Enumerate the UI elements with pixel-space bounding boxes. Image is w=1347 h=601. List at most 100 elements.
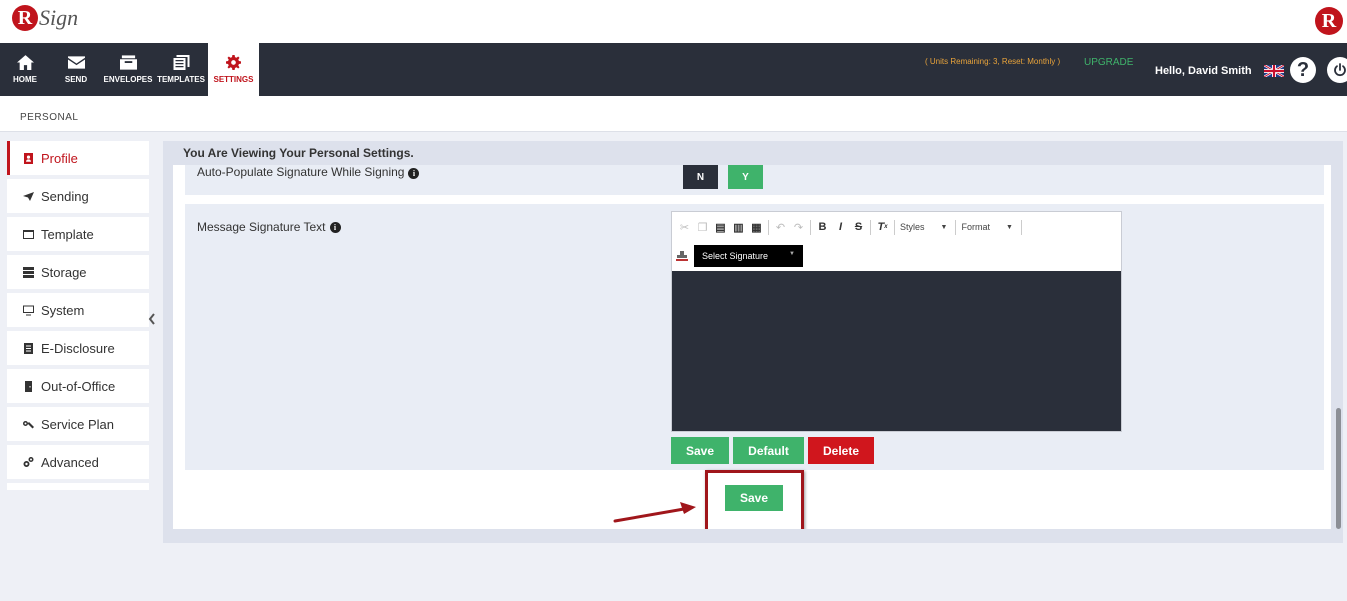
user-name: David Smith <box>1188 65 1252 77</box>
power-button[interactable] <box>1327 57 1347 83</box>
document-icon <box>24 342 33 354</box>
page-title: You Are Viewing Your Personal Settings. <box>183 146 414 160</box>
annotation-arrow <box>613 502 696 523</box>
sidebar-item-system[interactable]: System <box>7 293 149 327</box>
info-icon[interactable]: i <box>329 221 341 233</box>
nav-settings[interactable]: SETTINGS <box>208 43 259 96</box>
sidebar-item-label: E-Disclosure <box>41 340 115 356</box>
power-icon <box>1334 63 1346 77</box>
top-nav: HOME SEND ENVELOPES TEMPLATES SETTINGS (… <box>0 43 1347 96</box>
nav-home[interactable]: HOME <box>6 43 44 96</box>
save-signature-button[interactable]: Save <box>671 437 729 464</box>
greeting: Hello, David Smith <box>1155 65 1252 77</box>
sidebar-item-label: Template <box>41 226 94 242</box>
nav-envelopes[interactable]: ENVELOPES <box>103 43 153 96</box>
editor-content-area[interactable] <box>672 271 1121 431</box>
remove-format-icon[interactable]: Tx <box>876 221 889 234</box>
nav-templates[interactable]: TEMPLATES <box>155 43 207 96</box>
sidebar-item-e-disclosure[interactable]: E-Disclosure <box>7 331 149 365</box>
door-icon <box>25 380 32 392</box>
select-signature-dropdown[interactable]: Select Signature ▼ <box>694 245 803 267</box>
nav-templates-label: TEMPLATES <box>157 75 205 84</box>
rsign-logo[interactable]: R Sign <box>12 5 78 31</box>
sidebar-item-out-of-office[interactable]: Out-of-Office <box>7 369 149 403</box>
profile-icon <box>24 152 33 164</box>
bold-icon[interactable]: B <box>816 221 829 234</box>
sidebar-item-template[interactable]: Template <box>7 217 149 251</box>
sidebar-item-storage[interactable]: Storage <box>7 255 149 289</box>
auto-populate-text: Auto-Populate Signature While Signing <box>197 165 405 179</box>
sidebar-item-label: Out-of-Office <box>41 378 116 394</box>
paste-text-icon[interactable]: ▥ <box>732 221 745 234</box>
message-signature-text: Message Signature Text <box>197 220 326 234</box>
signature-stamp-icon[interactable] <box>676 251 688 261</box>
settings-sidebar: Profile Sending Template Storage System … <box>7 141 149 490</box>
select-signature-label: Select Signature <box>702 251 769 261</box>
content-scrollbar[interactable] <box>1336 408 1341 529</box>
toolbar-separator <box>870 219 871 235</box>
sidebar-item-service-plan[interactable]: Service Plan <box>7 407 149 441</box>
help-button[interactable]: ? <box>1290 57 1316 83</box>
subheader-label: PERSONAL <box>20 112 79 123</box>
rich-text-editor: ✂ ❐ ▤ ▥ ▦ ↶ ↷ B I S Tx Styles ▼ Format ▼ <box>671 211 1122 432</box>
settings-content: Auto-Populate Signature While Signing i N… <box>173 165 1331 529</box>
auto-populate-no-button[interactable]: N <box>683 165 718 189</box>
toolbar-separator <box>768 219 769 235</box>
collapse-sidebar-icon[interactable] <box>147 312 157 326</box>
paste-word-icon[interactable]: ▦ <box>750 221 763 234</box>
sidebar-item-profile[interactable]: Profile <box>7 141 149 175</box>
uk-flag-icon[interactable] <box>1264 65 1284 77</box>
database-icon <box>23 266 34 278</box>
sidebar-item-label: Service Plan <box>41 416 114 432</box>
italic-icon[interactable]: I <box>834 221 847 234</box>
sidebar-item-label: Storage <box>41 264 87 280</box>
paste-icon[interactable]: ▤ <box>714 221 727 234</box>
copy-icon[interactable]: ❐ <box>696 221 709 234</box>
paper-plane-icon <box>23 191 34 201</box>
styles-dropdown[interactable]: Styles ▼ <box>900 222 947 232</box>
nav-envelopes-label: ENVELOPES <box>103 75 153 84</box>
sidebar-item-label: Advanced <box>41 454 99 470</box>
auto-populate-yes-button[interactable]: Y <box>728 165 763 189</box>
message-signature-label: Message Signature Text i <box>197 220 341 234</box>
nav-send-label: SEND <box>64 75 88 84</box>
chevron-down-icon: ▼ <box>789 251 795 257</box>
cogs-icon <box>23 456 34 467</box>
toolbar-separator <box>894 219 895 235</box>
sidebar-item-advanced[interactable]: Advanced <box>7 445 149 479</box>
undo-icon[interactable]: ↶ <box>774 221 787 234</box>
delete-signature-button[interactable]: Delete <box>808 437 874 464</box>
sidebar-item-label: Sending <box>41 188 89 204</box>
toolbar-separator <box>810 219 811 235</box>
chevron-down-icon: ▼ <box>1005 223 1013 231</box>
default-signature-button[interactable]: Default <box>733 437 804 464</box>
message-signature-row: Message Signature Text i ✂ ❐ ▤ ▥ ▦ ↶ ↷ B … <box>185 204 1324 470</box>
sidebar-footer <box>7 483 149 490</box>
keys-icon <box>23 420 34 428</box>
greeting-prefix: Hello, <box>1155 65 1185 77</box>
styles-label: Styles <box>900 222 925 232</box>
strikethrough-icon[interactable]: S <box>852 221 865 234</box>
nav-settings-label: SETTINGS <box>213 75 254 84</box>
auto-populate-row: Auto-Populate Signature While Signing i N… <box>185 165 1324 195</box>
auto-populate-label: Auto-Populate Signature While Signing i <box>197 165 420 179</box>
nav-send[interactable]: SEND <box>58 43 94 96</box>
upgrade-link[interactable]: UPGRADE <box>1084 57 1133 68</box>
window-icon <box>23 229 34 239</box>
templates-icon <box>173 55 189 70</box>
redo-icon[interactable]: ↷ <box>792 221 805 234</box>
format-dropdown[interactable]: Format ▼ <box>961 222 1012 232</box>
sidebar-item-sending[interactable]: Sending <box>7 179 149 213</box>
editor-toolbar-secondary: Select Signature ▼ <box>672 242 1121 270</box>
format-label: Format <box>961 222 990 232</box>
gear-icon <box>226 55 241 70</box>
subheader: PERSONAL <box>0 96 1347 132</box>
info-icon[interactable]: i <box>408 168 420 179</box>
mail-icon <box>67 56 85 69</box>
envelopes-icon <box>119 55 137 70</box>
nav-home-label: HOME <box>13 75 37 84</box>
save-settings-button[interactable]: Save <box>725 485 783 511</box>
cut-icon[interactable]: ✂ <box>678 221 691 234</box>
units-remaining: ( Units Remaining: 3, Reset: Monthly ) <box>925 57 1061 66</box>
home-icon <box>16 55 34 70</box>
